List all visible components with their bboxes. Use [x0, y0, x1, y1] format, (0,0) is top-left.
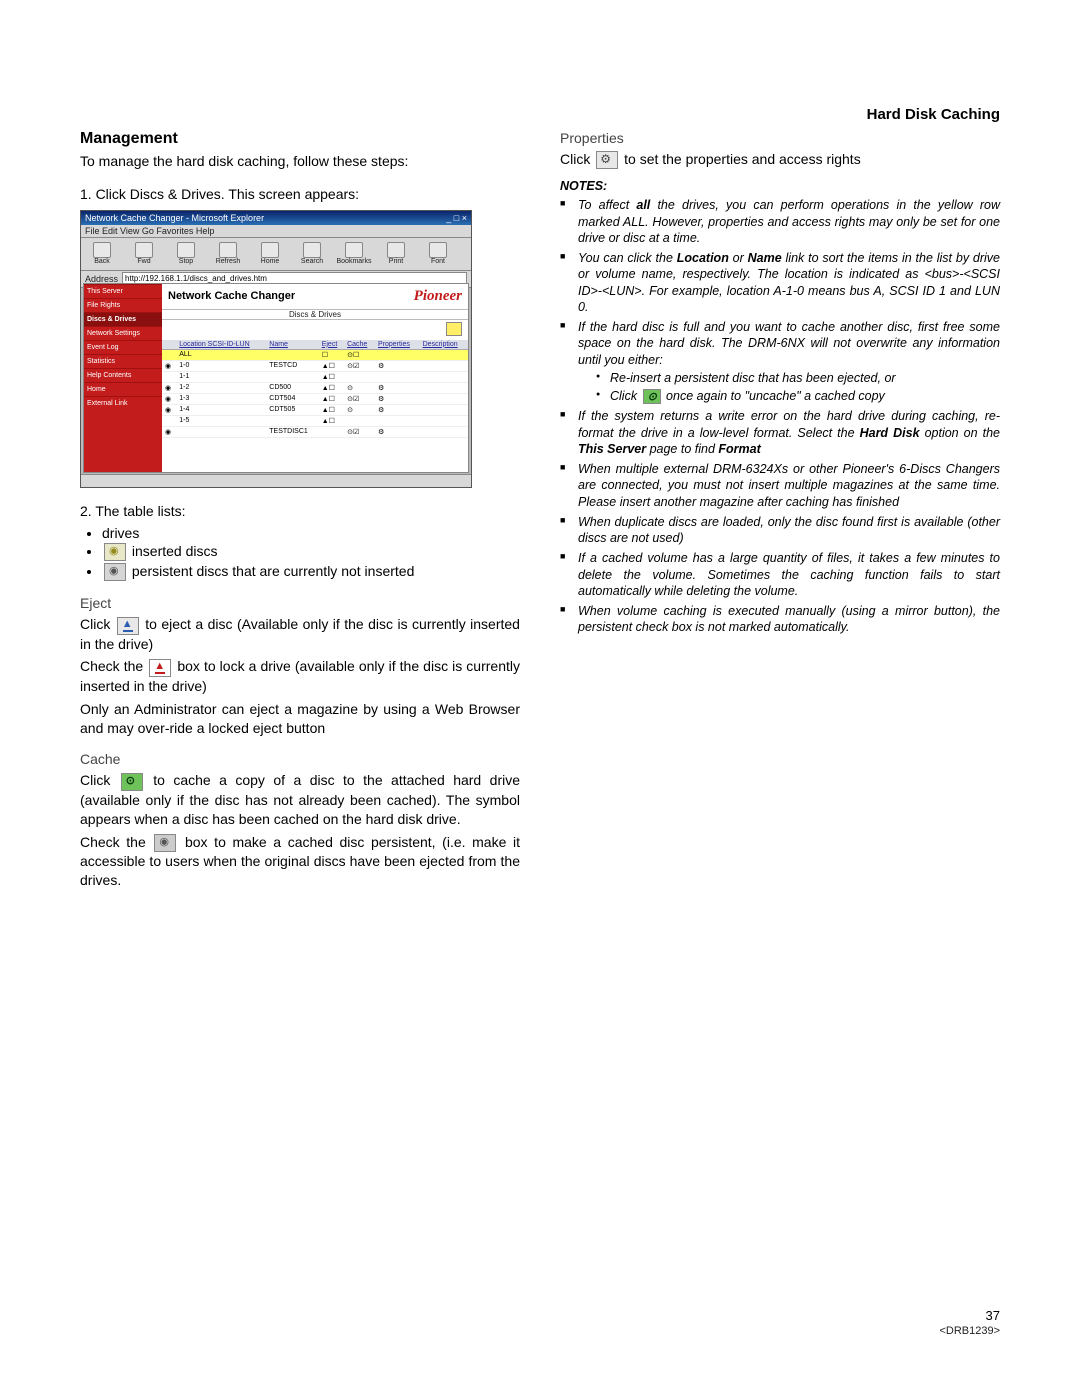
step-1: 1. Click Discs & Drives. This screen app… — [80, 185, 520, 204]
step-2: 2. The table lists: — [80, 502, 520, 521]
table-row: ◉1-0TESTCD▲☐⊙☑⚙ — [162, 360, 468, 371]
ss-window-controls: _ □ × — [446, 211, 467, 225]
table-row: ◉TESTDISC1⊙☑⚙ — [162, 426, 468, 437]
table-row: ◉1-2CD500▲☐⊙⚙ — [162, 382, 468, 393]
ss-tb-bookmarks: Bookmarks — [337, 242, 371, 265]
ss-table: Location SCSI-ID-LUN Name Eject Cache Pr… — [162, 340, 468, 438]
ss-brand-logo: Pioneer — [414, 288, 462, 305]
note-subitem: Click once again to "uncache" a cached c… — [596, 388, 1000, 404]
eject-p2: Check the box to lock a drive (available… — [80, 657, 520, 695]
cache-icon — [643, 389, 661, 404]
ss-toolbar: Back Fwd Stop Refresh Home Search Bookma… — [81, 238, 471, 271]
note-subitem: Re-insert a persistent disc that has bee… — [596, 370, 1000, 386]
note-item: If the system returns a write error on t… — [560, 408, 1000, 457]
ss-tb-print: Print — [379, 242, 413, 265]
persist-checkbox-icon — [154, 834, 176, 852]
ss-tb-search: Search — [295, 242, 329, 265]
subheading-cache: Cache — [80, 751, 520, 767]
ss-tb-font: Font — [421, 242, 455, 265]
list-item: persistent discs that are currently not … — [102, 563, 520, 581]
note-item: When volume caching is executed manually… — [560, 603, 1000, 636]
screenshot-discs-drives: Network Cache Changer - Microsoft Explor… — [80, 210, 472, 488]
ss-sidebar: This Server File Rights Discs & Drives N… — [84, 284, 162, 472]
cache-icon — [121, 773, 143, 791]
ss-side-help: Help Contents — [84, 368, 162, 382]
ss-subtitle: Discs & Drives — [162, 309, 468, 320]
ss-statusbar — [81, 474, 471, 487]
properties-text: Click to set the properties and access r… — [560, 150, 1000, 169]
note-item: When multiple external DRM-6324Xs or oth… — [560, 461, 1000, 510]
note-item: When duplicate discs are loaded, only th… — [560, 514, 1000, 547]
properties-icon — [596, 151, 618, 169]
ss-side-external: External Link — [84, 396, 162, 410]
page-number: 37 — [939, 1308, 1000, 1323]
page-footer: 37 <DRB1239> — [939, 1308, 1000, 1337]
ss-side-file-rights: File Rights — [84, 298, 162, 312]
persist-disc-icon — [104, 563, 126, 581]
eject-icon — [117, 617, 139, 635]
ss-side-this-server: This Server — [84, 284, 162, 298]
ss-app-title: Network Cache Changer — [168, 290, 295, 302]
subheading-eject: Eject — [80, 595, 520, 611]
list-item: drives — [102, 525, 520, 541]
ss-side-network: Network Settings — [84, 326, 162, 340]
eject-p1: Click to eject a disc (Available only if… — [80, 615, 520, 653]
ss-menubar: File Edit View Go Favorites Help — [81, 225, 471, 238]
cache-p2: Check the box to make a cached disc pers… — [80, 833, 520, 890]
ss-main: Network Cache Changer Pioneer Discs & Dr… — [162, 284, 468, 472]
table-row: ◉1-3CDT504▲☐⊙☑⚙ — [162, 393, 468, 404]
ss-tb-back: Back — [85, 242, 119, 265]
section-heading-management: Management — [80, 130, 520, 148]
ss-titlebar: Network Cache Changer - Microsoft Explor… — [81, 211, 471, 225]
ss-refresh-icon — [446, 322, 462, 336]
ss-tb-fwd: Fwd — [127, 242, 161, 265]
eject-p3: Only an Administrator can eject a magazi… — [80, 700, 520, 738]
table-row: 1-1▲☐ — [162, 371, 468, 382]
page: Hard Disk Caching Management To manage t… — [0, 0, 1080, 1397]
ss-window-title: Network Cache Changer - Microsoft Explor… — [85, 211, 264, 225]
notes-heading: NOTES: — [560, 179, 1000, 193]
ss-side-eventlog: Event Log — [84, 340, 162, 354]
ss-tb-home: Home — [253, 242, 287, 265]
table-row: 1-5▲☐ — [162, 415, 468, 426]
subheading-properties: Properties — [560, 130, 1000, 146]
ss-side-stats: Statistics — [84, 354, 162, 368]
cache-p1: Click to cache a copy of a disc to the a… — [80, 771, 520, 828]
note-item: You can click the Location or Name link … — [560, 250, 1000, 315]
chapter-title: Hard Disk Caching — [867, 106, 1000, 123]
table-row: ◉1-4CDT505▲☐⊙⚙ — [162, 404, 468, 415]
lock-icon — [149, 659, 171, 677]
list-item: inserted discs — [102, 543, 520, 561]
ss-side-home: Home — [84, 382, 162, 396]
ss-tb-stop: Stop — [169, 242, 203, 265]
ss-side-discs-drives: Discs & Drives — [84, 312, 162, 326]
ss-tb-refresh: Refresh — [211, 242, 245, 265]
note-item: If the hard disc is full and you want to… — [560, 319, 1000, 404]
intro-text: To manage the hard disk caching, follow … — [80, 152, 520, 171]
note-item: If a cached volume has a large quantity … — [560, 550, 1000, 599]
table-row: ALL☐⊙☐ — [162, 349, 468, 360]
disc-icon — [104, 543, 126, 561]
document-id: <DRB1239> — [939, 1325, 1000, 1337]
note-item: To affect all the drives, you can perfor… — [560, 197, 1000, 246]
